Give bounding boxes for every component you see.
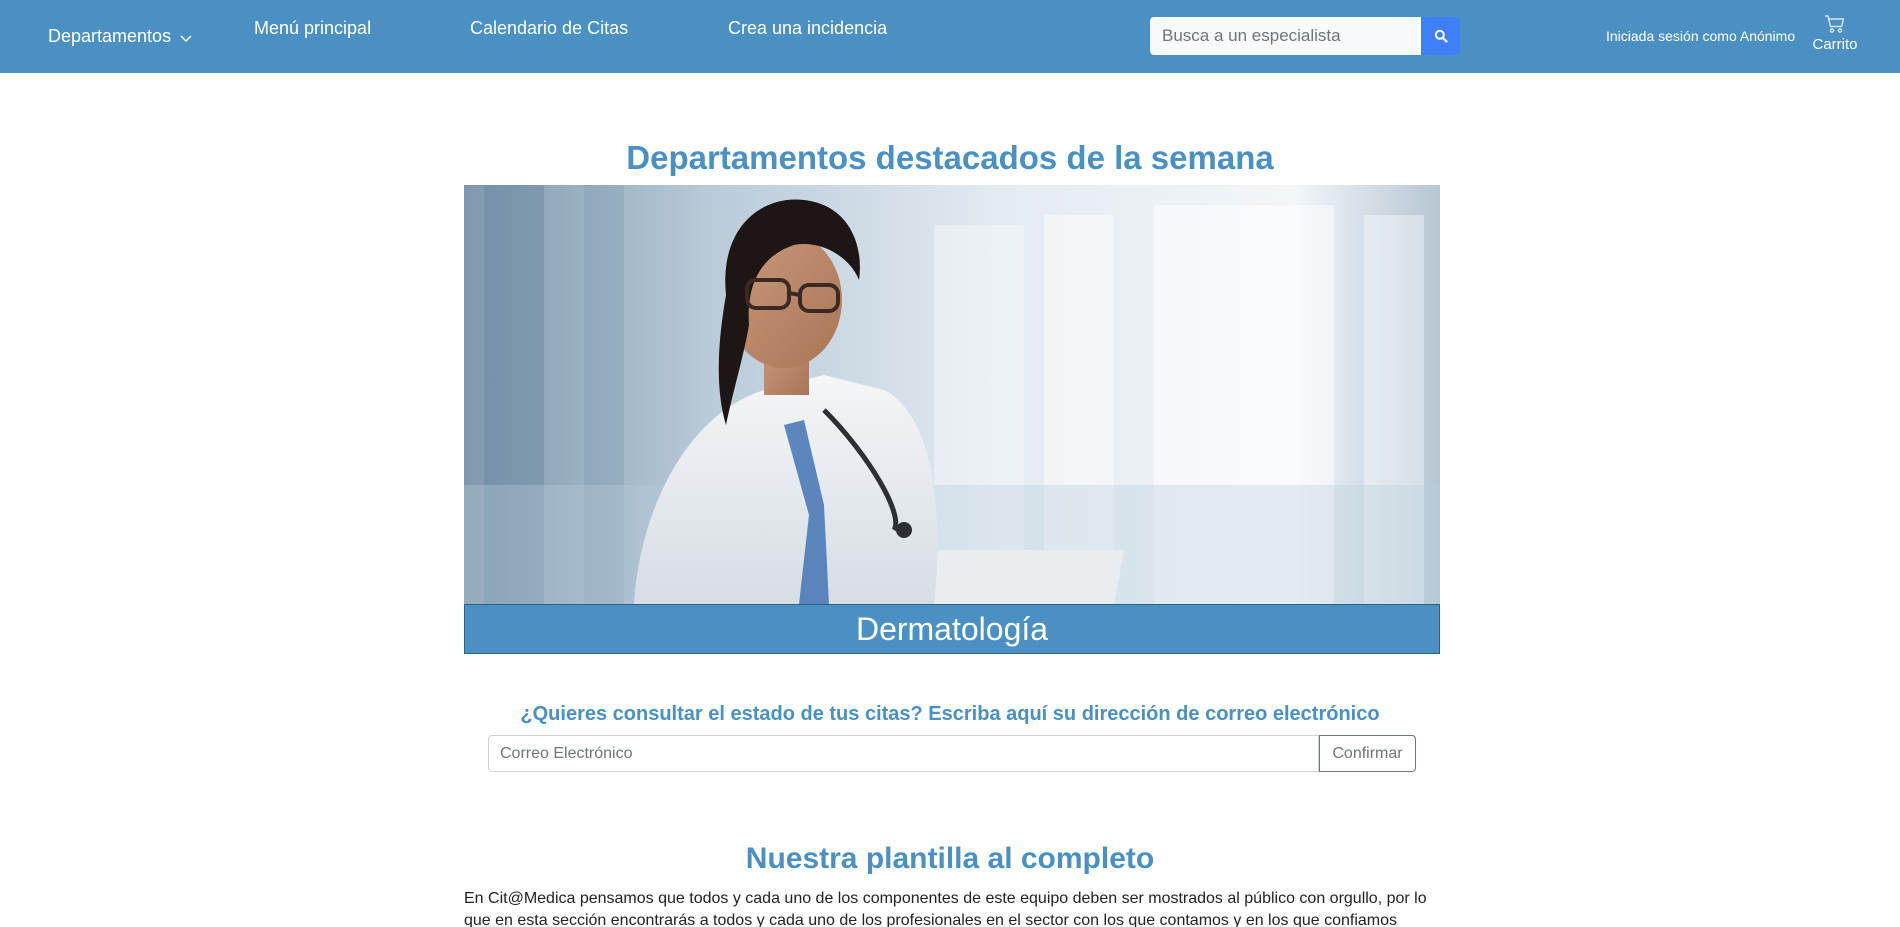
departments-label: Departamentos [48, 26, 172, 46]
doctor-photo-illustration [464, 185, 1440, 604]
appointment-status-question: ¿Quieres consultar el estado de tus cita… [520, 703, 1380, 725]
departments-dropdown[interactable]: Departamentos [48, 26, 193, 47]
staff-intro-text: En Cit@Medica pensamos que todos y cada … [464, 890, 1427, 927]
chevron-down-icon [180, 35, 192, 42]
cart-label: Carrito [1812, 36, 1858, 53]
session-status: Iniciada sesión como Anónimo [1606, 28, 1796, 44]
staff-section-title: Nuestra plantilla al completo [745, 842, 1155, 875]
search-icon [1434, 29, 1448, 43]
nav-link-create-incident[interactable]: Crea una incidencia [728, 18, 887, 39]
specialist-search [1150, 17, 1460, 55]
search-button[interactable] [1421, 17, 1460, 55]
search-input[interactable] [1150, 17, 1421, 55]
cart-link[interactable]: Carrito [1805, 14, 1865, 53]
email-field[interactable] [488, 735, 1319, 772]
cart-icon [1825, 15, 1845, 33]
department-photo [464, 185, 1440, 604]
confirm-button[interactable]: Confirmar [1319, 735, 1416, 772]
appointment-email-form: Confirmar [488, 735, 1416, 772]
featured-department-caption: Dermatología [464, 604, 1440, 654]
featured-departments-title: Departamentos destacados de la semana [626, 139, 1274, 176]
nav-link-main-menu[interactable]: Menú principal [254, 18, 371, 39]
featured-department-card[interactable]: Dermatología [464, 185, 1440, 654]
top-navbar: Departamentos Menú principal Calendario … [0, 0, 1900, 73]
nav-link-appointment-calendar[interactable]: Calendario de Citas [470, 18, 628, 39]
